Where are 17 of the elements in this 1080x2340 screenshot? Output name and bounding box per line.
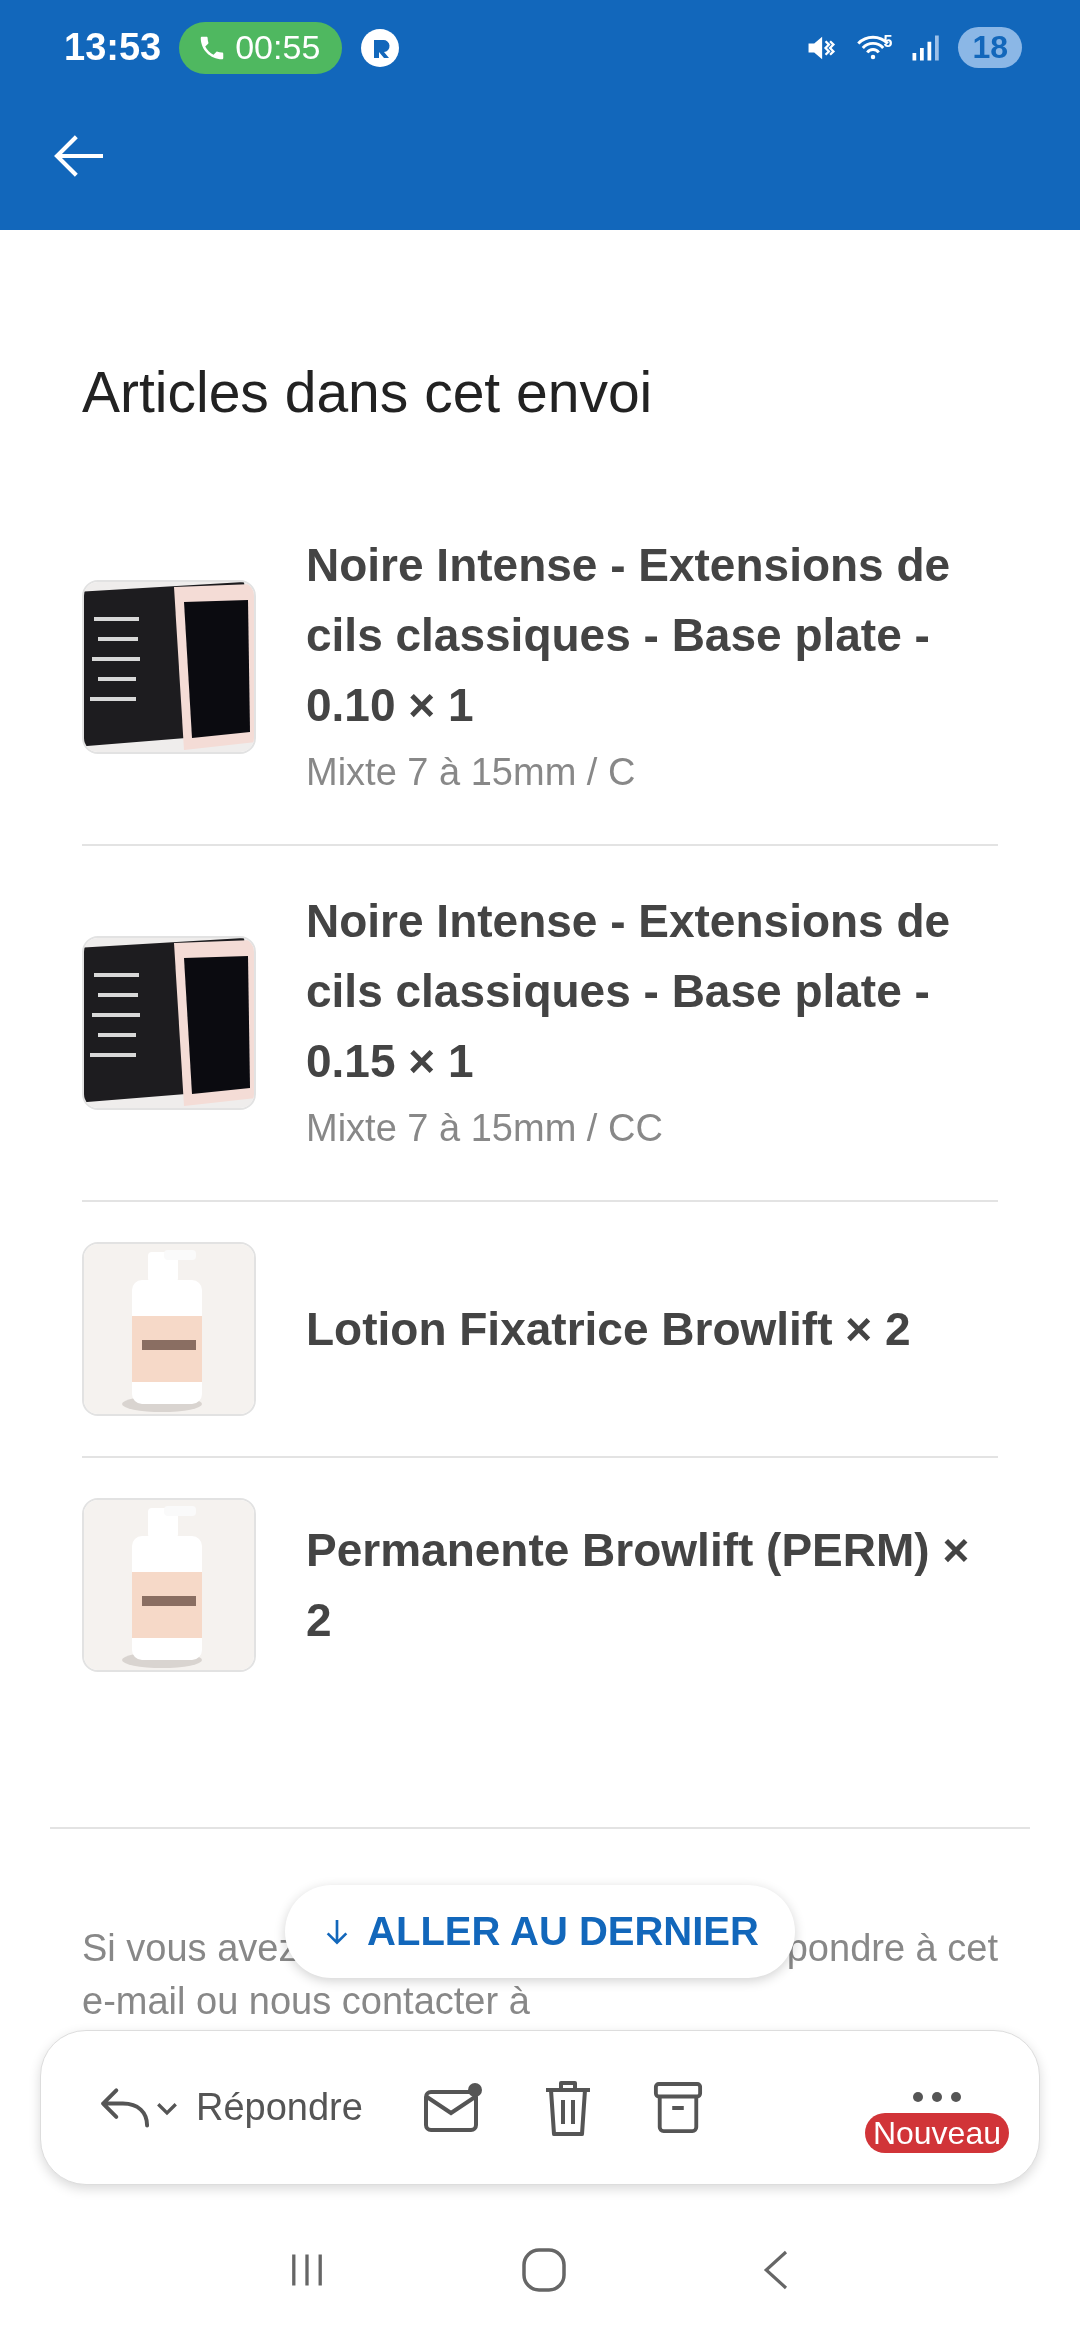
app-logo-icon — [360, 27, 401, 68]
reply-button[interactable]: Répondre — [196, 2086, 363, 2129]
archive-icon[interactable] — [652, 2080, 703, 2135]
new-badge: Nouveau — [864, 2112, 1009, 2153]
product-variant: Mixte 7 à 15mm / CC — [306, 1106, 664, 1151]
clock: 13:53 — [64, 26, 162, 69]
battery-indicator: 18 — [958, 27, 1022, 68]
product-name: Permanente Browlift (PERM) × 2 — [306, 1523, 971, 1648]
product-name: Noire Intense - Extensions de cils classiques - Base plate - 0.15 × 1 — [306, 894, 952, 1089]
message-text: e-mail ou nous contacter à — [82, 1980, 530, 2022]
product-variant: Mixte 7 à 15mm / C — [306, 750, 637, 795]
product-name: Noire Intense - Extensions de cils classiques - Base plate - 0.10 × 1 — [306, 538, 952, 733]
home-icon[interactable] — [520, 2246, 568, 2294]
mail-icon[interactable] — [422, 2081, 483, 2134]
more-icon[interactable] — [911, 2090, 962, 2103]
product-name: Lotion Fixatrice Browlift × 2 — [306, 1302, 912, 1357]
section-title: Articles dans cet envoi — [82, 360, 654, 424]
